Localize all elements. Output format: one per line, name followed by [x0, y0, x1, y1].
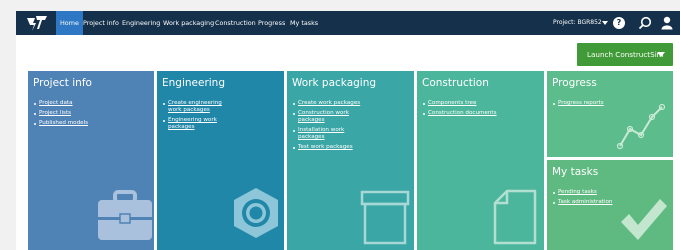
tile-title: Progress: [552, 77, 597, 89]
tile-my-tasks[interactable]: My tasks Pending tasks Task administrati…: [547, 160, 673, 250]
tile-title: Work packaging: [292, 77, 377, 89]
search-icon[interactable]: [638, 16, 652, 30]
tile-title: My tasks: [552, 166, 599, 178]
document-icon: [493, 189, 537, 245]
link-create-engineering-work-packages[interactable]: Create engineering work packages: [162, 100, 232, 114]
tile-title: Engineering: [162, 77, 225, 89]
link-list: Create engineering work packages Enginee…: [162, 100, 232, 134]
link-installation-work-packages[interactable]: Installation work packages: [292, 127, 362, 141]
help-icon[interactable]: ?: [613, 17, 625, 29]
logo-icon[interactable]: [26, 14, 48, 32]
link-list: Create work packages Construction work p…: [292, 100, 362, 154]
link-components-tree[interactable]: Components tree: [422, 100, 532, 107]
nav-my-tasks[interactable]: My tasks: [286, 11, 322, 35]
tile-project-info[interactable]: Project info Project data Project lists …: [28, 71, 154, 250]
link-project-data[interactable]: Project data: [33, 100, 143, 107]
tile-progress[interactable]: Progress Progress reports: [547, 71, 673, 157]
top-nav: Home Project info Engineering Work packa…: [16, 11, 680, 35]
project-selector[interactable]: Project: BGR852: [553, 11, 602, 35]
launch-constructsim-button[interactable]: Launch ConstructSim: [577, 43, 673, 66]
tile-engineering[interactable]: Engineering Create engineering work pack…: [157, 71, 284, 250]
tile-title: Construction: [422, 77, 489, 89]
link-create-work-packages[interactable]: Create work packages: [292, 100, 362, 107]
tile-construction[interactable]: Construction Components tree Constructio…: [417, 71, 544, 250]
chevron-down-icon[interactable]: [657, 52, 665, 57]
app-window: Home Project info Engineering Work packa…: [16, 11, 680, 250]
link-construction-work-packages[interactable]: Construction work packages: [292, 110, 362, 124]
tile-work-packaging[interactable]: Work packaging Create work packages Cons…: [287, 71, 414, 250]
link-test-work-packages[interactable]: Test work packages: [292, 144, 362, 151]
launch-label: Launch ConstructSim: [587, 50, 664, 59]
nav-project-info[interactable]: Project info: [79, 11, 123, 35]
line-chart-icon: [616, 103, 666, 150]
tile-title: Project info: [33, 77, 92, 89]
user-icon[interactable]: [661, 16, 673, 30]
checkmark-icon: [621, 199, 667, 240]
link-construction-documents[interactable]: Construction documents: [422, 110, 532, 117]
briefcase-icon: [98, 190, 152, 240]
link-project-lists[interactable]: Project lists: [33, 110, 143, 117]
nav-engineering[interactable]: Engineering: [118, 11, 164, 35]
nav-work-packaging[interactable]: Work packaging: [159, 11, 218, 35]
nav-construction[interactable]: Construction: [211, 11, 260, 35]
caret-down-icon[interactable]: [602, 21, 608, 25]
link-list: Project data Project lists Published mod…: [33, 100, 143, 130]
nav-progress[interactable]: Progress: [254, 11, 289, 35]
hex-nut-icon: [234, 188, 278, 238]
link-published-models[interactable]: Published models: [33, 120, 143, 127]
link-list: Components tree Construction documents: [422, 100, 532, 120]
link-engineering-work-packages[interactable]: Engineering work packages: [162, 117, 232, 131]
box-icon: [360, 190, 410, 245]
